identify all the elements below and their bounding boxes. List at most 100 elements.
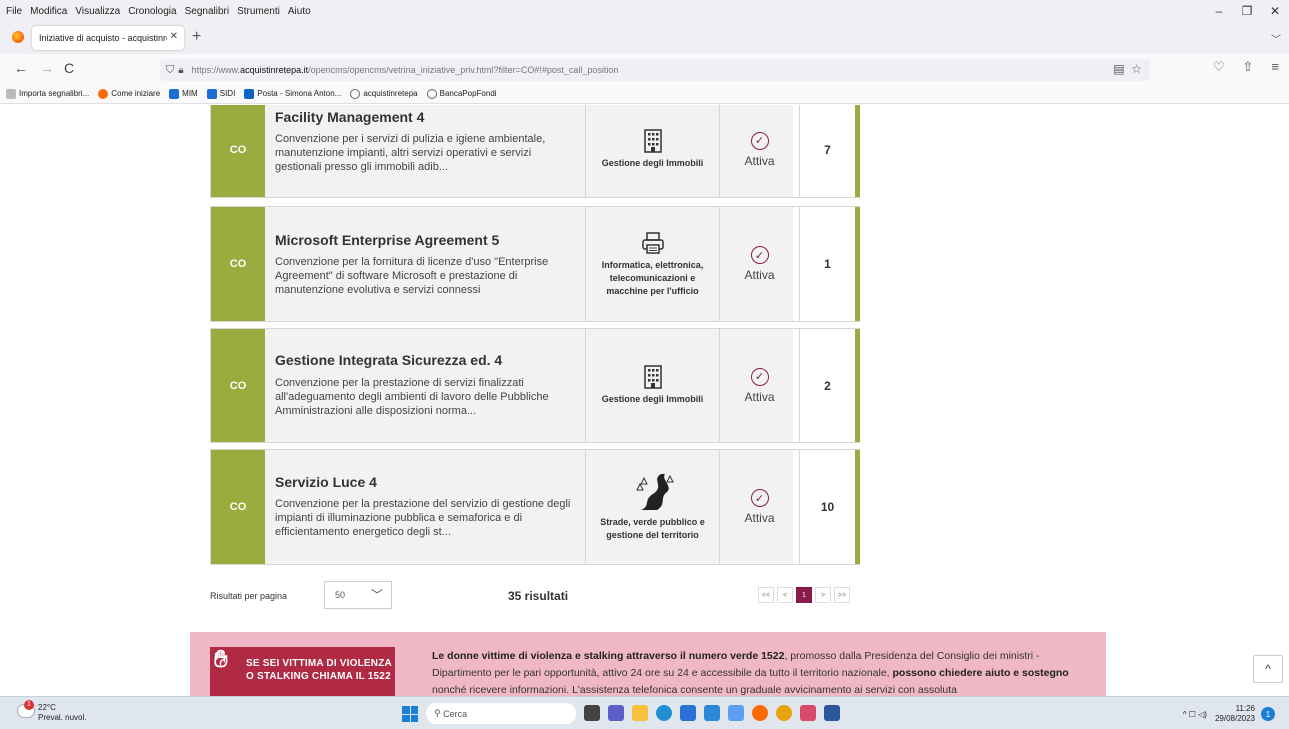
url-bar[interactable]: ⛉ 🔒︎ https://www. acquistinretepa.it/open… [160, 59, 1150, 81]
menu-visualizza[interactable]: Visualizza [75, 6, 120, 17]
next-page-button[interactable]: > [815, 587, 831, 603]
weather-widget[interactable]: 1 22°C Preval. nuvol. [18, 700, 86, 723]
banner-text-2: nonché ricevere informazioni. L'assisten… [432, 684, 957, 696]
violence-helpline-banner: ✋︎ SE SEI VITTIMA DI VIOLENZA O STALKING… [190, 632, 1106, 696]
mail-icon[interactable] [704, 705, 720, 721]
url-path: /opencms/opencms/vetrina_iniziative_priv… [308, 65, 619, 75]
tab-close-icon[interactable]: ✕ [170, 31, 178, 42]
close-window-button[interactable]: ✕ [1261, 0, 1289, 22]
card-sector: Strade, verde pubblico e gestione del te… [585, 450, 719, 564]
pocket-icon[interactable]: ♡ [1213, 59, 1225, 75]
edge-icon[interactable] [656, 705, 672, 721]
card-count: 2 [799, 329, 855, 442]
notification-badge[interactable]: 1 [1261, 707, 1275, 721]
prev-page-button[interactable]: < [777, 587, 793, 603]
task-view-icon[interactable] [584, 705, 600, 721]
lock-icon[interactable]: 🔒︎ [178, 65, 183, 76]
card-title[interactable]: Gestione Integrata Sicurezza ed. 4 [275, 352, 502, 368]
card-title[interactable]: Servizio Luce 4 [275, 474, 377, 490]
bookmark-bancapopfondi[interactable]: BancaPopFondi [426, 88, 497, 99]
forward-button[interactable]: → [40, 60, 54, 76]
menu-strumenti[interactable]: Strumenti [237, 6, 280, 17]
app-icon[interactable] [800, 705, 816, 721]
bookmark-posta[interactable]: Posta - Simona Anton... [244, 88, 341, 99]
card-badge: CO [211, 105, 265, 197]
taskbar-apps [584, 705, 840, 721]
maximize-button[interactable]: ❐ [1233, 0, 1261, 22]
store-icon[interactable] [680, 705, 696, 721]
bookmark-importa[interactable]: Importa segnalibri... [6, 88, 89, 99]
card-title[interactable]: Microsoft Enterprise Agreement 5 [275, 232, 499, 248]
sector-label: Gestione degli Immobili [601, 394, 704, 404]
share-icon[interactable]: ⇧ [1243, 59, 1254, 75]
card-title[interactable]: Facility Management 4 [275, 109, 424, 125]
banner-text: Le donne vittime di violenza e stalking … [432, 648, 1092, 696]
menu-segnalibri[interactable]: Segnalibri [185, 6, 229, 17]
minimize-button[interactable]: – [1205, 0, 1233, 22]
clock[interactable]: 11:26 29/08/2023 [1215, 704, 1255, 724]
results-count: 35 risultati [508, 589, 569, 603]
initiative-card[interactable]: CO Microsoft Enterprise Agreement 5 Conv… [210, 206, 860, 322]
helpline-image[interactable]: ✋︎ SE SEI VITTIMA DI VIOLENZA O STALKING… [210, 647, 395, 696]
card-description: Convenzione per i servizi di pulizia e i… [275, 133, 546, 173]
page-1-button[interactable]: 1 [796, 587, 812, 603]
search-icon: ⚲ [434, 708, 444, 718]
file-explorer-icon[interactable] [632, 705, 648, 721]
bookmark-sidi[interactable]: SIDI [206, 88, 235, 99]
toolbar-right: ♡ ⇧ ≡ [1213, 59, 1279, 75]
menu-icon[interactable]: ≡ [1271, 59, 1279, 75]
bookmark-come-iniziare[interactable]: Come iniziare [98, 88, 160, 99]
card-status: ✓ Attiva [719, 329, 799, 442]
shield-icon[interactable]: ⛉ [166, 64, 174, 77]
card-status: ✓ Attiva [719, 450, 799, 564]
tray-icons[interactable]: ^ ☐ ◁) [1183, 710, 1207, 719]
results-per-page-select[interactable]: 50 ﹀ [324, 581, 392, 609]
menu-file[interactable]: File [6, 6, 22, 17]
building-icon [643, 129, 662, 153]
check-circle-icon: ✓ [750, 246, 769, 264]
search-placeholder: Cerca [443, 708, 468, 719]
tab-list-chevron-icon[interactable]: ﹀ [1271, 31, 1281, 46]
bookmark-star-icon[interactable]: ☆ [1131, 62, 1142, 76]
app-icon[interactable] [728, 705, 744, 721]
initiative-card[interactable]: CO Gestione Integrata Sicurezza ed. 4 Co… [210, 328, 860, 443]
card-accent-bar [855, 329, 860, 442]
first-page-button[interactable]: << [758, 587, 774, 603]
menu-aiuto[interactable]: Aiuto [288, 6, 311, 17]
hand-icon: ✋︎ [214, 646, 228, 673]
chrome-icon[interactable] [776, 705, 792, 721]
card-description: Convenzione per la prestazione del servi… [275, 498, 571, 538]
menu-modifica[interactable]: Modifica [30, 6, 67, 17]
card-accent-bar [855, 105, 860, 197]
firefox-icon[interactable] [752, 705, 768, 721]
card-description: Convenzione per la prestazione di serviz… [275, 377, 549, 417]
globe-icon [350, 88, 361, 99]
bookmark-acquistinretepa[interactable]: acquistinretepa [350, 88, 418, 99]
sector-label: Strade, verde pubblico e gestione del te… [600, 517, 705, 540]
printer-icon [641, 231, 664, 254]
banner-text-bold-2: possono chiedere aiuto e sostegno [892, 667, 1069, 679]
teams-icon[interactable] [608, 705, 624, 721]
word-icon[interactable] [824, 705, 840, 721]
taskbar-search[interactable]: ⚲ Cerca [426, 703, 576, 724]
windows-start-icon[interactable] [402, 706, 418, 722]
card-badge: CO [211, 207, 265, 321]
bookmark-mim[interactable]: MIM [169, 88, 198, 99]
reader-view-icon[interactable]: ▤ [1113, 62, 1124, 76]
reload-button[interactable]: C [64, 60, 74, 76]
card-accent-bar [855, 450, 860, 564]
initiative-card[interactable]: CO Servizio Luce 4 Convenzione per la pr… [210, 449, 860, 565]
initiative-card[interactable]: CO Facility Management 4 Convenzione per… [210, 105, 860, 198]
back-button[interactable]: ← [14, 60, 28, 76]
menu-cronologia[interactable]: Cronologia [128, 6, 176, 17]
last-page-button[interactable]: >> [834, 587, 850, 603]
road-icon [635, 474, 674, 510]
new-tab-button[interactable]: + [192, 28, 201, 46]
taskbar: 1 22°C Preval. nuvol. ⚲ Cerca ^ ☐ ◁) 11:… [0, 696, 1289, 729]
status-label: Attiva [744, 268, 775, 282]
scroll-to-top-button[interactable]: ^ [1253, 655, 1283, 683]
card-count: 10 [799, 450, 855, 564]
menubar: File Modifica Visualizza Cronologia Segn… [0, 0, 1289, 22]
clock-time: 11:26 [1235, 704, 1255, 713]
tab-active[interactable]: Iniziative di acquisto - acquistinreteX … [32, 26, 184, 50]
